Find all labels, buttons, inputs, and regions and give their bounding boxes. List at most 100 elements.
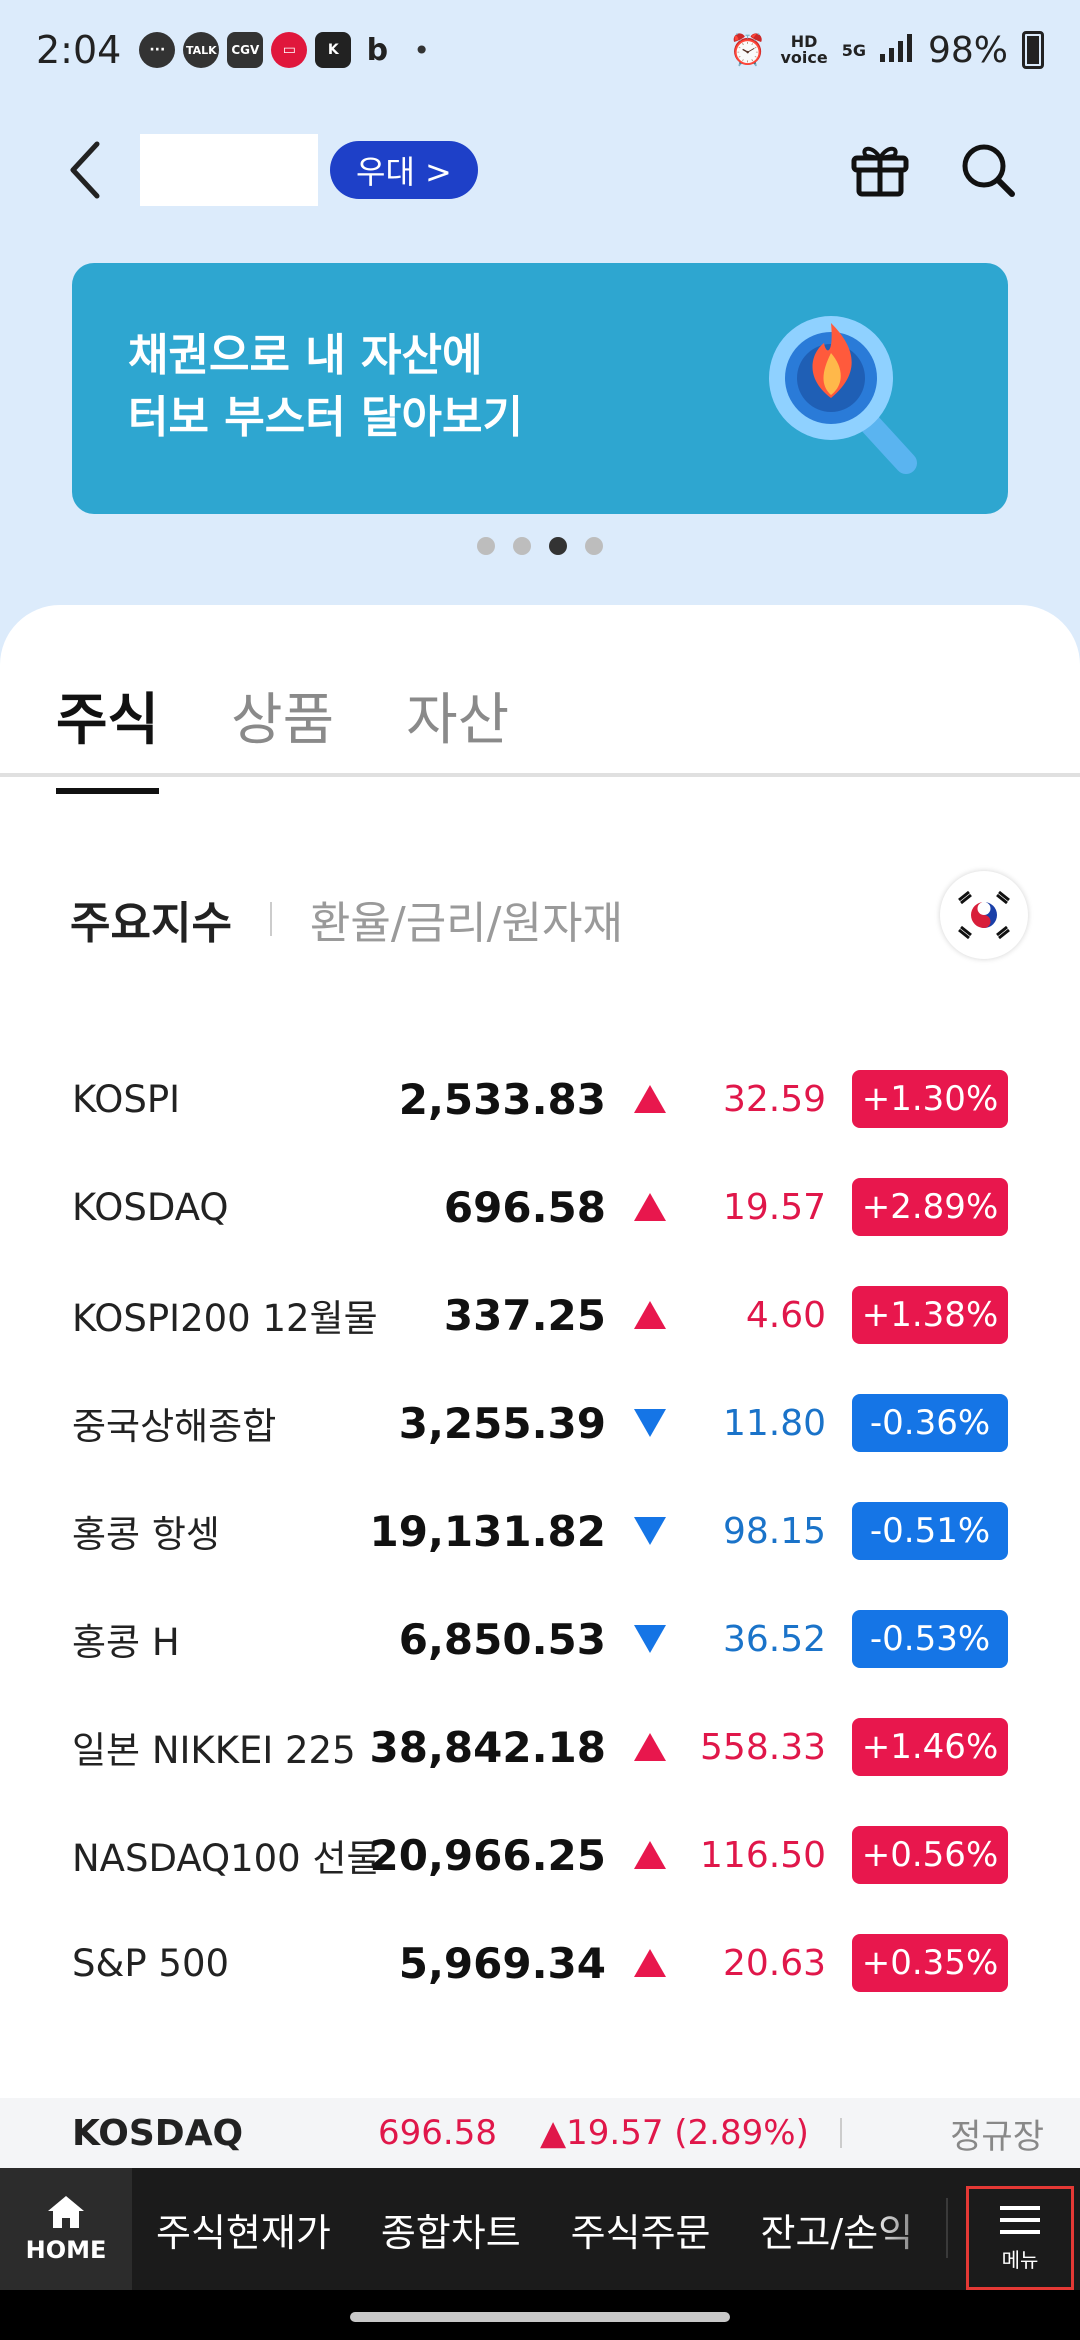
index-value: 2,533.83: [398, 1074, 606, 1124]
index-percent-badge: +0.35%: [852, 1934, 1008, 1992]
up-arrow-icon: [634, 1733, 666, 1761]
hd-voice-icon: HD voice: [780, 32, 828, 67]
pagination-dot[interactable]: [585, 537, 603, 555]
menu-label: 메뉴: [1001, 2247, 1039, 2272]
up-arrow-icon: [634, 1301, 666, 1329]
search-button[interactable]: [956, 138, 1020, 202]
index-name: 홍콩 H: [72, 1621, 180, 1664]
index-row[interactable]: NASDAQ100 선물 20,966.25 116.50 +0.56%: [0, 1801, 1080, 1909]
pagination-dot-active[interactable]: [549, 537, 567, 555]
down-arrow-icon: [634, 1517, 666, 1545]
nav-fade: [870, 2168, 950, 2290]
promo-banner[interactable]: 채권으로 내 자산에 터보 부스터 달아보기: [72, 263, 1008, 514]
index-row[interactable]: 일본 NIKKEI 225 38,842.18 558.33 +1.46%: [0, 1693, 1080, 1801]
magnifier-flame-illustration: [769, 316, 917, 474]
index-change: 19.57: [722, 1186, 826, 1228]
up-arrow-icon: [634, 1841, 666, 1869]
subtab-major-indices[interactable]: 주요지수: [70, 887, 232, 951]
chevron-left-icon: [70, 141, 100, 199]
status-bar: 2:04 ··· TALK CGV ▭ K b • ⏰ HD voice 5G 9…: [0, 0, 1080, 100]
index-row[interactable]: 홍콩 H 6,850.53 36.52 -0.53%: [0, 1585, 1080, 1693]
nav-items: 주식현재가 종합차트 주식주문 잔고/손익: [156, 2202, 913, 2257]
index-percent-badge: +0.56%: [852, 1826, 1008, 1884]
tier-badge-button[interactable]: 우대 >: [330, 141, 478, 199]
index-percent-badge: +1.38%: [852, 1286, 1008, 1344]
banner-pagination: [0, 537, 1080, 555]
5g-icon: 5G: [841, 40, 866, 60]
index-change: 11.80: [722, 1402, 826, 1444]
search-icon: [962, 144, 1015, 197]
index-value: 696.58: [443, 1182, 606, 1232]
index-name: NASDAQ100 선물: [72, 1837, 381, 1880]
index-percent-badge: +2.89%: [852, 1178, 1008, 1236]
nav-stock-order[interactable]: 주식주문: [571, 2202, 711, 2257]
index-percent-badge: +1.46%: [852, 1718, 1008, 1776]
bottom-nav: HOME 주식현재가 종합차트 주식주문 잔고/손익 메뉴: [0, 2168, 1080, 2290]
kakaotalk-icon: TALK: [183, 32, 220, 68]
index-value: 6,850.53: [398, 1614, 606, 1664]
index-percent-badge: -0.36%: [852, 1394, 1008, 1452]
index-name: 홍콩 항셍: [72, 1513, 220, 1556]
country-flag-button[interactable]: [940, 871, 1028, 959]
menu-button[interactable]: 메뉴: [966, 2186, 1074, 2290]
subtabs: 주요지수 환율/금리/원자재: [70, 887, 623, 951]
home-button[interactable]: HOME: [0, 2168, 132, 2290]
ticker-bar[interactable]: KOSDAQ 696.58 ▲19.57 (2.89%) 정규장: [0, 2098, 1080, 2168]
index-row[interactable]: S&P 500 5,969.34 20.63 +0.35%: [0, 1909, 1080, 2017]
nav-divider: [946, 2198, 948, 2258]
more-notifications-icon: •: [413, 33, 430, 67]
status-time: 2:04: [36, 28, 122, 72]
index-name: S&P 500: [72, 1941, 230, 1985]
index-name: KOSDAQ: [72, 1185, 229, 1229]
gift-icon: [851, 146, 909, 197]
ticker-divider: [840, 2118, 842, 2148]
subtab-fx-rates-commodities[interactable]: 환율/금리/원자재: [310, 887, 623, 951]
down-arrow-icon: [634, 1625, 666, 1653]
index-value: 38,842.18: [369, 1722, 606, 1772]
talk-icon: ···: [139, 32, 176, 68]
cgv-icon: CGV: [227, 32, 264, 68]
index-name: KOSPI200 12월물: [72, 1297, 378, 1340]
gift-button[interactable]: [848, 138, 912, 202]
user-name-box: [140, 134, 318, 206]
index-row[interactable]: 홍콩 항셍 19,131.82 98.15 -0.51%: [0, 1477, 1080, 1585]
pagination-dot[interactable]: [513, 537, 531, 555]
pagination-dot[interactable]: [477, 537, 495, 555]
system-status: ⏰ HD voice 5G 98%: [729, 30, 1044, 71]
nav-chart[interactable]: 종합차트: [381, 2202, 521, 2257]
tabs-divider: [0, 773, 1080, 777]
signal-icon: [879, 30, 914, 71]
battery-percent: 98%: [927, 29, 1008, 71]
index-value: 5,969.34: [398, 1938, 606, 1988]
index-change: 116.50: [700, 1834, 826, 1876]
index-change: 4.60: [745, 1294, 826, 1336]
up-arrow-icon: [634, 1949, 666, 1977]
ticker-session: 정규장: [950, 2116, 1044, 2157]
banner-line-2: 터보 부스터 달아보기: [128, 392, 523, 443]
index-percent-badge: +1.30%: [852, 1070, 1008, 1128]
battery-icon: [1022, 31, 1044, 69]
up-arrow-icon: [634, 1085, 666, 1113]
index-row[interactable]: 중국상해종합 3,255.39 11.80 -0.36%: [0, 1369, 1080, 1477]
index-change: 98.15: [722, 1510, 826, 1552]
down-arrow-icon: [634, 1409, 666, 1437]
index-change: 36.52: [722, 1618, 826, 1660]
back-button[interactable]: [60, 135, 110, 205]
index-row[interactable]: KOSPI200 12월물 337.25 4.60 +1.38%: [0, 1261, 1080, 1369]
nav-stock-quote[interactable]: 주식현재가: [156, 2202, 331, 2257]
index-name: KOSPI: [72, 1077, 181, 1121]
index-row[interactable]: KOSPI 2,533.83 32.59 +1.30%: [0, 1045, 1080, 1153]
index-change: 20.63: [722, 1942, 826, 1984]
gesture-area: [0, 2290, 1080, 2340]
alarm-icon: ⏰: [729, 32, 767, 68]
tier-label: 우대 >: [356, 153, 452, 191]
banner-line-1: 채권으로 내 자산에: [128, 330, 483, 381]
main-sheet: 주식 상품 자산 주요지수 환율/금리/원자재 KOSPI 2,533.83 32.…: [0, 605, 1080, 2100]
index-change: 32.59: [722, 1078, 826, 1120]
index-percent-badge: -0.53%: [852, 1610, 1008, 1668]
index-name: 일본 NIKKEI 225: [72, 1729, 356, 1772]
header: 우대 >: [0, 110, 1080, 230]
k-icon: K: [315, 32, 352, 68]
index-row[interactable]: KOSDAQ 696.58 19.57 +2.89%: [0, 1153, 1080, 1261]
gesture-handle[interactable]: [350, 2312, 730, 2322]
